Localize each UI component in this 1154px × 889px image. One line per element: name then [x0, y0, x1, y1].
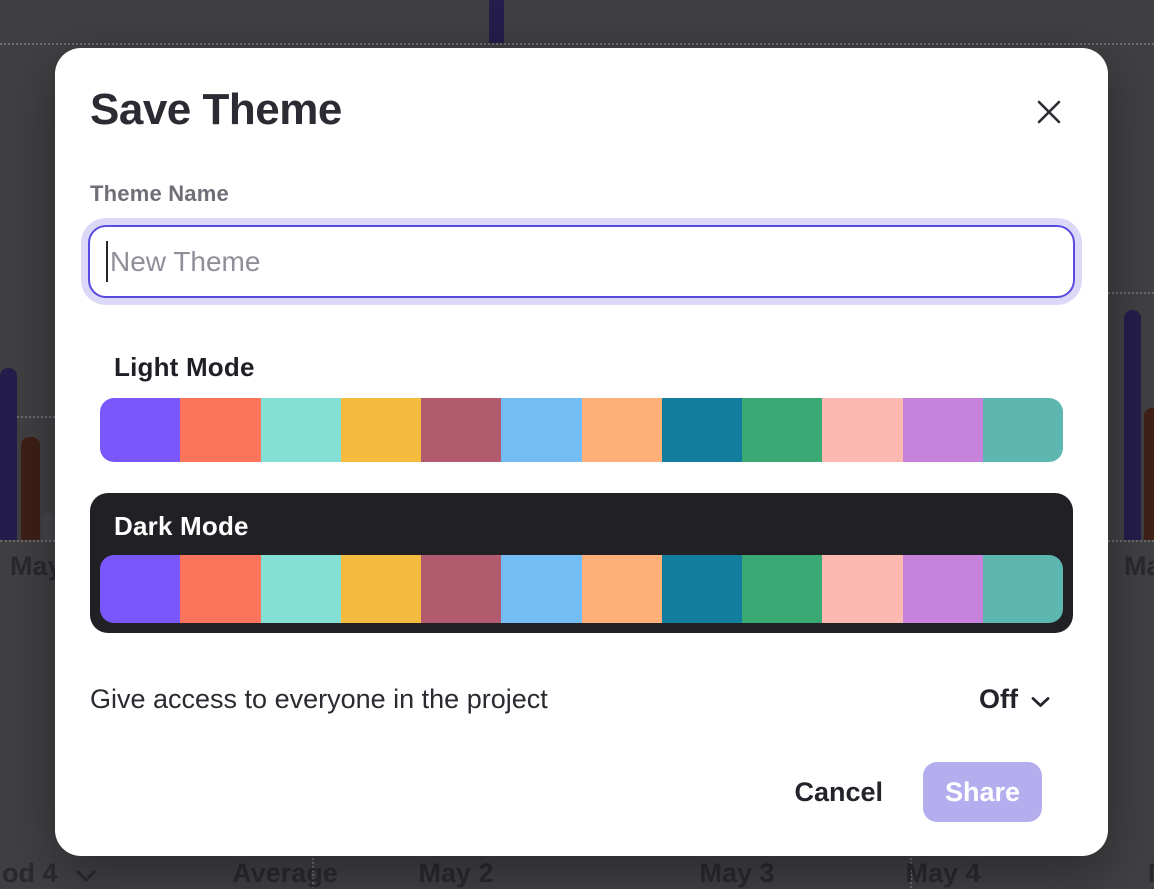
chart-bar: [42, 512, 55, 540]
access-label: Give access to everyone in the project: [90, 684, 548, 715]
dark-mode-label: Dark Mode: [100, 511, 1063, 542]
chart-bar: [0, 368, 17, 540]
chart-bar: [489, 0, 504, 43]
light-mode-section: Light Mode: [90, 352, 1073, 462]
palette-swatch: [983, 555, 1063, 623]
palette-swatch: [742, 555, 822, 623]
theme-name-field-wrap: [88, 225, 1075, 298]
chart-gridline: [1108, 292, 1154, 294]
chart-axis-line: [0, 540, 55, 542]
column-header: May 3: [699, 858, 774, 889]
theme-name-input[interactable]: [88, 225, 1075, 298]
column-header: M: [1148, 858, 1154, 889]
dark-palette-row: [100, 555, 1063, 623]
palette-swatch: [903, 555, 983, 623]
column-header: May 4: [905, 858, 980, 889]
dialog-title: Save Theme: [90, 86, 342, 134]
palette-swatch: [662, 555, 742, 623]
palette-swatch: [421, 555, 501, 623]
access-row: Give access to everyone in the project O…: [90, 684, 1073, 715]
x-axis-label: Ma: [1124, 551, 1154, 582]
palette-swatch: [180, 398, 260, 462]
palette-swatch: [100, 398, 180, 462]
chevron-down-icon: [1031, 696, 1050, 708]
palette-swatch: [983, 398, 1063, 462]
palette-swatch: [662, 398, 742, 462]
save-theme-dialog: Save Theme Theme Name Light Mode Dark Mo…: [55, 48, 1108, 856]
palette-swatch: [261, 398, 341, 462]
period-dropdown-label: od 4: [2, 858, 58, 889]
close-button[interactable]: [1031, 94, 1067, 130]
cancel-button[interactable]: Cancel: [794, 777, 883, 808]
dark-mode-section: Dark Mode: [90, 493, 1073, 633]
share-button[interactable]: Share: [923, 762, 1042, 822]
palette-swatch: [341, 398, 421, 462]
palette-swatch: [341, 555, 421, 623]
light-mode-label: Light Mode: [100, 352, 1063, 383]
palette-swatch: [822, 398, 902, 462]
palette-swatch: [501, 398, 581, 462]
column-header: Average: [232, 858, 338, 889]
palette-swatch: [180, 555, 260, 623]
palette-swatch: [421, 398, 501, 462]
chart-bar: [1144, 408, 1154, 540]
dialog-header: Save Theme: [90, 86, 1073, 134]
palette-swatch: [742, 398, 822, 462]
chart-bar: [1124, 310, 1141, 540]
text-caret: [106, 241, 108, 282]
palette-swatch: [822, 555, 902, 623]
light-palette-row: [100, 398, 1063, 462]
period-dropdown: od 4: [2, 858, 96, 889]
column-header: May 2: [418, 858, 493, 889]
palette-swatch: [501, 555, 581, 623]
chart-gridline: [0, 43, 1154, 45]
palette-swatch: [582, 555, 662, 623]
theme-name-label: Theme Name: [90, 181, 1073, 207]
access-dropdown-value: Off: [979, 684, 1018, 715]
dialog-actions: Cancel Share: [90, 762, 1073, 822]
palette-swatch: [903, 398, 983, 462]
palette-swatch: [100, 555, 180, 623]
access-dropdown[interactable]: Off: [979, 684, 1050, 715]
palette-swatch: [582, 398, 662, 462]
chart-bar: [21, 437, 40, 540]
palette-swatch: [261, 555, 341, 623]
chevron-down-icon: [76, 870, 96, 882]
close-icon: [1035, 98, 1063, 126]
chart-axis-line: [1108, 540, 1154, 542]
